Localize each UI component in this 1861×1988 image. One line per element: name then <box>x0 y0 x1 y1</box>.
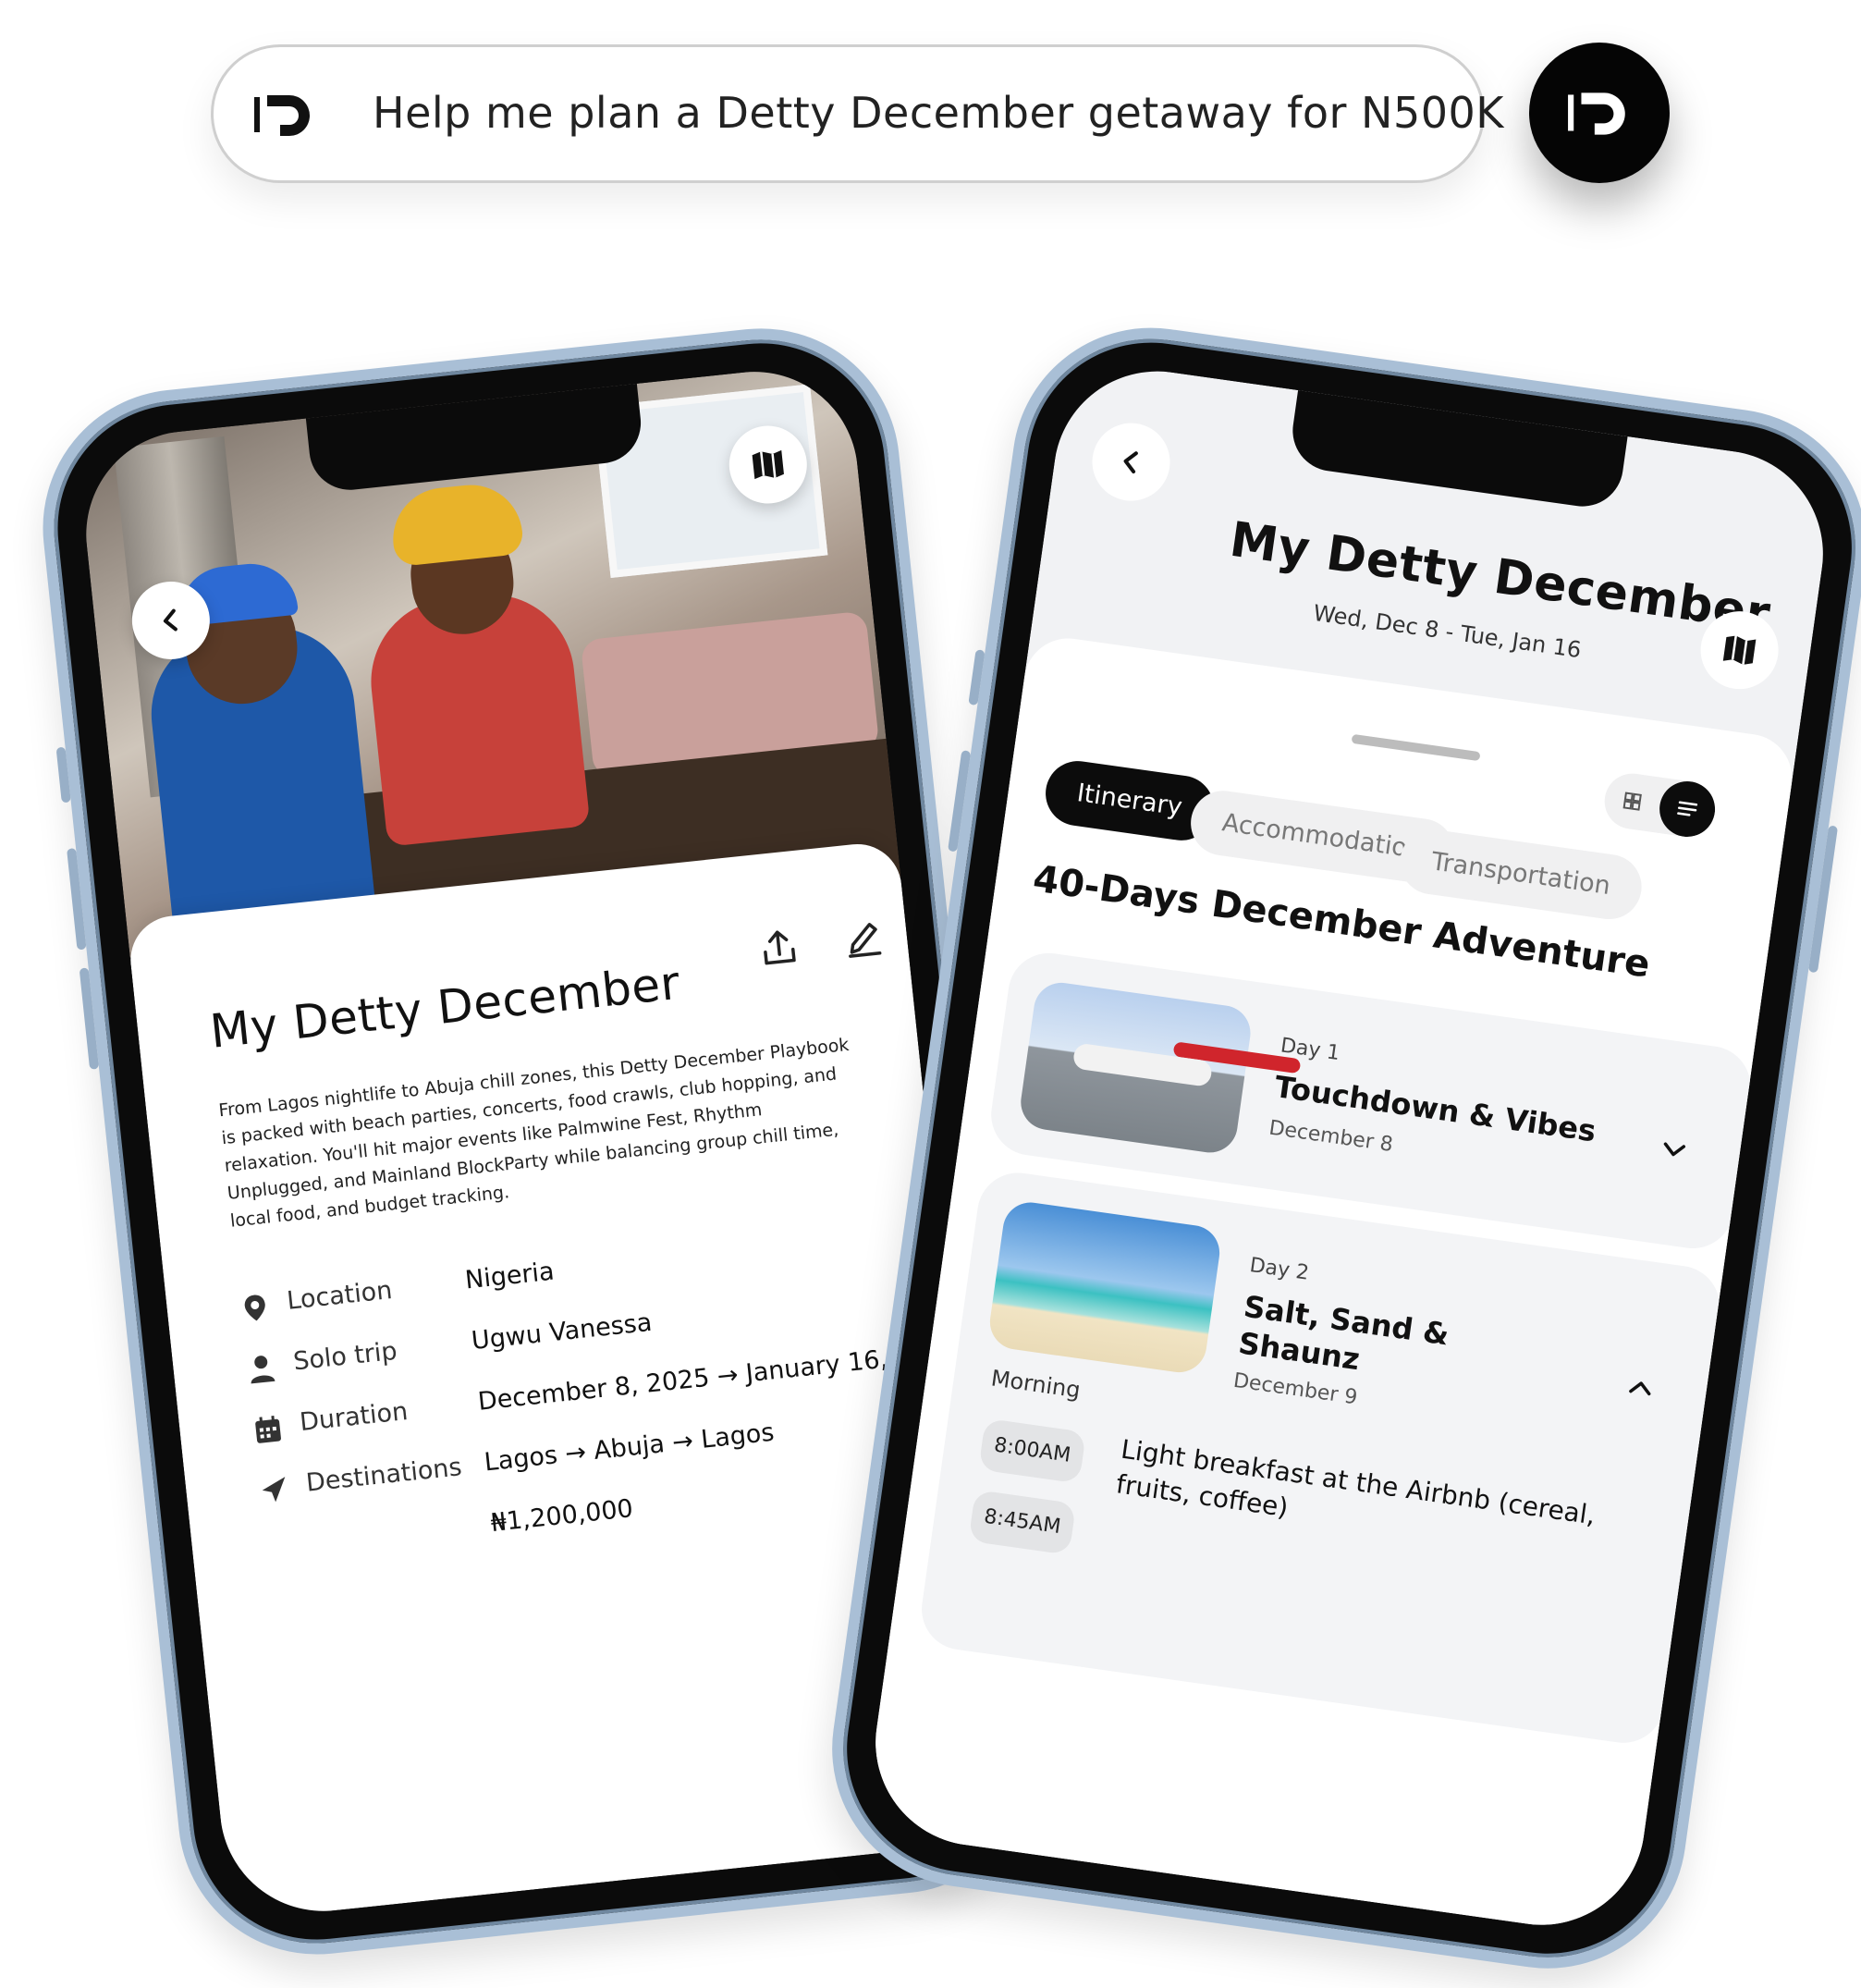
itinerary-panel: Itinerary Accommodation Transportation 4… <box>862 632 1798 1939</box>
time-pill: 8:45AM <box>968 1489 1077 1555</box>
share-icon <box>764 930 796 965</box>
list-view-button[interactable] <box>1656 778 1720 841</box>
trip-details-list: Location Nigeria Solo trip Ugwu Vanessa <box>238 1219 960 1591</box>
map-icon <box>1722 635 1757 666</box>
location-pin-icon <box>244 1295 265 1321</box>
prompt-input[interactable]: Help me plan a Detty December getaway fo… <box>211 44 1503 183</box>
grid-view-button[interactable] <box>1601 770 1664 833</box>
chevron-left-icon <box>1123 451 1138 474</box>
grid-icon <box>1622 792 1642 811</box>
person-icon <box>251 1356 275 1384</box>
tab-transportation[interactable]: Transportation <box>1395 825 1647 924</box>
chevron-up-icon[interactable] <box>1622 1370 1658 1405</box>
chevron-down-icon[interactable] <box>1656 1132 1691 1167</box>
prompt-text: Help me plan a Detty December getaway fo… <box>373 88 1504 138</box>
time-pill: 8:00AM <box>978 1417 1086 1484</box>
plane-icon <box>262 1477 286 1503</box>
chevron-left-icon <box>163 608 178 632</box>
sheet-grabber[interactable] <box>1351 733 1481 762</box>
brand-logo-icon <box>252 82 317 147</box>
trip-description: From Lagos nightlife to Abuja chill zone… <box>217 1034 851 1232</box>
brand-logo-icon <box>1568 92 1625 135</box>
period-label: Morning <box>989 1365 1083 1404</box>
list-icon <box>1677 801 1698 816</box>
screen: My Detty December Wed, Dec 8 - Tue, Jan … <box>862 358 1837 1939</box>
send-button[interactable] <box>1529 43 1670 183</box>
phone-itinerary: My Detty December Wed, Dec 8 - Tue, Jan … <box>814 310 1861 1987</box>
share-button[interactable] <box>755 924 806 975</box>
edit-button[interactable] <box>839 915 890 966</box>
map-icon <box>752 449 784 480</box>
day-2-photo <box>986 1198 1223 1376</box>
view-toggle[interactable] <box>1600 769 1720 841</box>
activity-text: Light breakfast at the Airbnb (cereal, f… <box>1114 1433 1598 1531</box>
day-card-2[interactable]: Day 2 Salt, Sand & Shaunz December 9 Mor… <box>916 1167 1725 1749</box>
trip-title: My Detty December <box>207 955 683 1059</box>
pen-icon <box>849 923 882 958</box>
day-1-photo <box>1017 979 1255 1157</box>
